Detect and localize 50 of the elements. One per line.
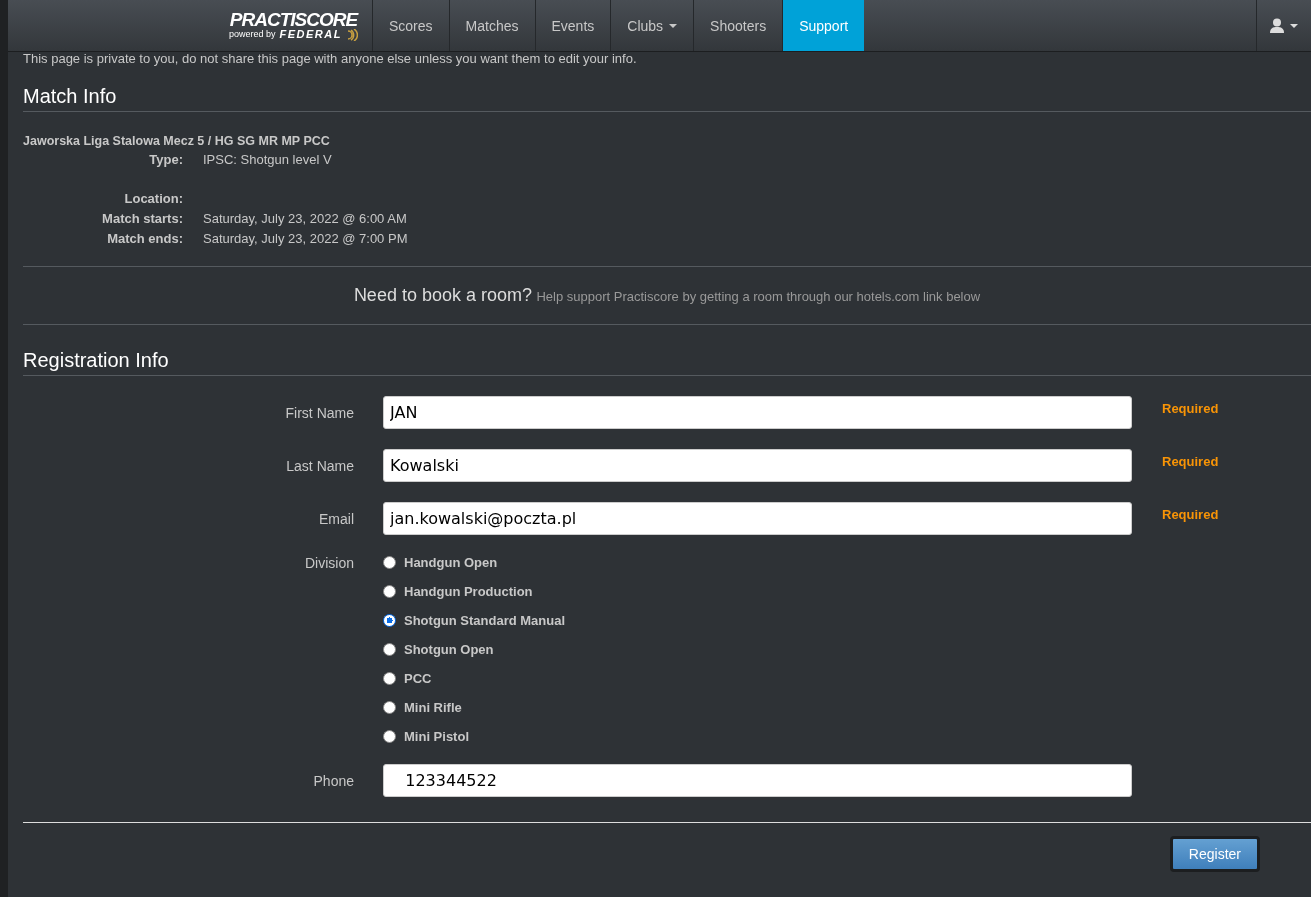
field-label: Last Name bbox=[285, 457, 355, 474]
required-label: Required bbox=[1162, 400, 1220, 416]
field-label: First Name bbox=[284, 404, 355, 421]
nav-tab[interactable]: Matches bbox=[448, 0, 535, 51]
required-label: Required bbox=[1162, 506, 1220, 522]
nav-tab[interactable]: Scores bbox=[372, 0, 449, 51]
radio-option[interactable]: Shotgun Open bbox=[383, 642, 1311, 657]
match-name: Jaworska Liga Stalowa Mecz 5 / HG SG MR MP PCC bbox=[23, 134, 331, 148]
required-label: Required bbox=[1162, 453, 1220, 469]
radio-option[interactable]: PCC bbox=[383, 671, 1311, 686]
detail-label: Location: bbox=[123, 191, 183, 206]
text-field[interactable]: JAN bbox=[383, 396, 1132, 429]
nav-tab[interactable]: Events bbox=[534, 0, 611, 51]
detail-label: Type: bbox=[148, 152, 183, 167]
caret-icon bbox=[1290, 23, 1298, 28]
hotel-title: Need to book a room? bbox=[353, 285, 532, 305]
radio-option[interactable]: Shotgun Standard Manual bbox=[383, 613, 1311, 628]
radio-option[interactable]: Mini Rifle bbox=[383, 700, 1311, 715]
logo[interactable]: PRACTISCORE powered by FEDERAL bbox=[215, 0, 372, 51]
radio-option[interactable]: Mini Pistol bbox=[383, 729, 1311, 744]
nav-tab[interactable]: Clubs bbox=[610, 0, 694, 51]
radio-button[interactable] bbox=[383, 701, 396, 714]
radio-button[interactable] bbox=[383, 585, 396, 598]
detail-value: Saturday, July 23, 2022 @ 6:00 AM bbox=[203, 211, 408, 226]
field-label: Email bbox=[318, 510, 355, 527]
user-icon bbox=[1270, 18, 1284, 33]
section-heading: Match Info bbox=[23, 85, 1311, 112]
radio-button[interactable] bbox=[383, 614, 396, 627]
detail-value: IPSC: Shotgun level V bbox=[203, 152, 333, 167]
radio-option[interactable]: Handgun Open bbox=[383, 555, 1311, 570]
radio-option[interactable]: Handgun Production bbox=[383, 584, 1311, 599]
logo-text: PRACTISCORE bbox=[229, 10, 358, 29]
privacy-notice: This page is private to you, do not share this page with anyone else unless you want them to edit your info. bbox=[23, 53, 638, 65]
radio-button[interactable] bbox=[383, 730, 396, 743]
text-field[interactable]: Kowalski bbox=[383, 449, 1132, 482]
field-label: Phone bbox=[312, 772, 355, 789]
detail-value: Saturday, July 23, 2022 @ 7:00 PM bbox=[203, 231, 409, 246]
section-heading: Registration Info bbox=[23, 349, 1311, 376]
hotel-text: Help support Practiscore by getting a room through our hotels.com link below bbox=[536, 289, 981, 304]
arcs-icon bbox=[346, 28, 358, 41]
logo-partner: FEDERAL bbox=[279, 29, 342, 40]
text-field[interactable]: 123344522 bbox=[383, 764, 1132, 797]
logo-tagline: powered by bbox=[229, 29, 276, 40]
field-label: Division bbox=[304, 555, 355, 571]
detail-label: Match ends: bbox=[106, 231, 183, 246]
radio-button[interactable] bbox=[383, 643, 396, 656]
text-field[interactable]: jan.kowalski@poczta.pl bbox=[383, 502, 1132, 535]
radio-button[interactable] bbox=[383, 672, 396, 685]
detail-label: Match starts: bbox=[101, 211, 183, 226]
radio-button[interactable] bbox=[383, 556, 396, 569]
